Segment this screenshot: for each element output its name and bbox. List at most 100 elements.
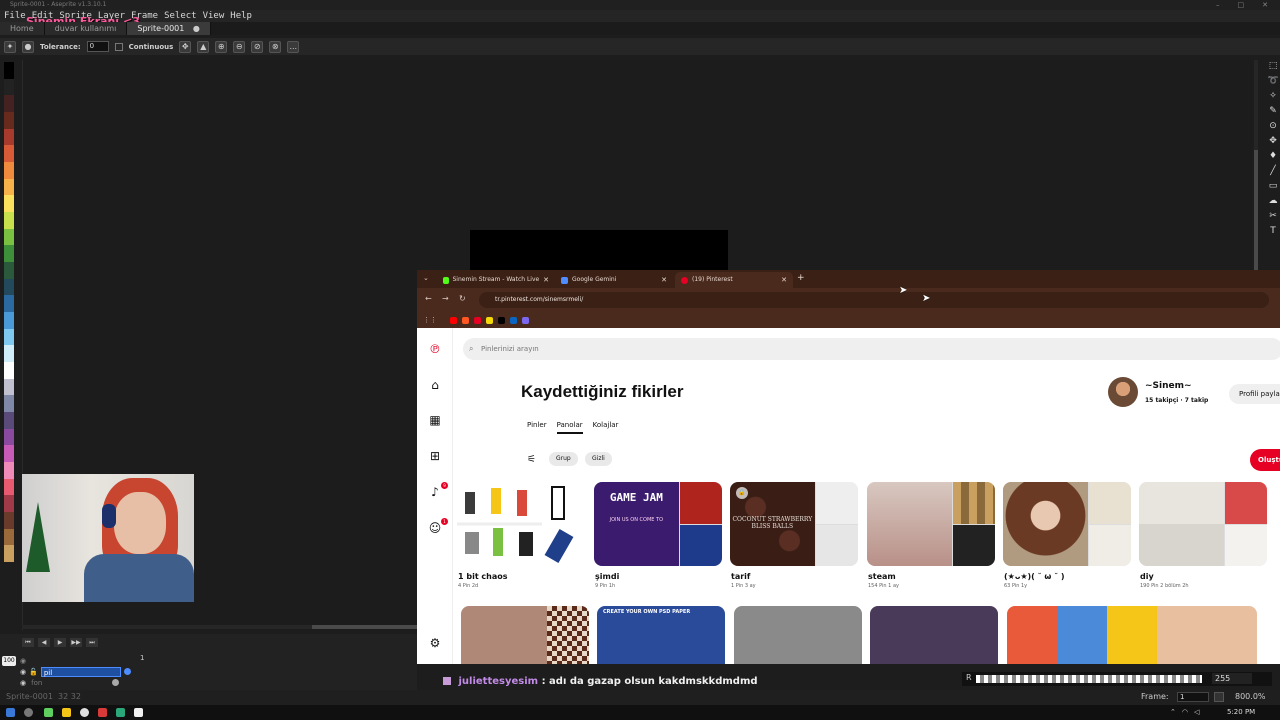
board-card[interactable] bbox=[1007, 606, 1257, 664]
close-button[interactable]: ✕ bbox=[1262, 0, 1268, 10]
app-icon[interactable] bbox=[116, 708, 125, 717]
tab-home[interactable]: Home bbox=[0, 22, 45, 35]
tolerance-input[interactable]: 0 bbox=[86, 41, 109, 52]
zoom-badge[interactable]: 100 bbox=[2, 656, 16, 666]
text-icon[interactable]: T bbox=[1268, 225, 1279, 237]
play-icon[interactable]: ▶ bbox=[54, 638, 66, 647]
share-profile-button[interactable]: Profili payla bbox=[1229, 384, 1280, 404]
bookmark-yellow-icon[interactable] bbox=[486, 316, 493, 324]
chip-gizli[interactable]: Gizli bbox=[585, 452, 612, 466]
search-icon[interactable] bbox=[24, 708, 33, 717]
notifications-icon[interactable]: ♪ bbox=[428, 485, 442, 499]
cel-icon[interactable] bbox=[123, 668, 131, 675]
prev-frame-icon[interactable]: ◀ bbox=[38, 638, 50, 647]
zoom-icon[interactable] bbox=[1214, 692, 1224, 702]
bookmark-extension-icon[interactable] bbox=[522, 316, 529, 324]
tab-sprite-0001[interactable]: Sprite-0001 ● bbox=[127, 22, 211, 35]
menu-file[interactable]: File bbox=[4, 10, 26, 22]
pivot-center-icon[interactable]: ⊖ bbox=[233, 40, 246, 53]
bookmark-tiktok-icon[interactable] bbox=[498, 316, 505, 324]
layer-row[interactable]: ◉ 🔓 pil bbox=[20, 666, 150, 677]
alpha-slider[interactable]: R 255 bbox=[962, 672, 1272, 686]
app-icon[interactable] bbox=[134, 708, 143, 717]
bookmark-youtube-icon[interactable] bbox=[450, 316, 457, 324]
tab-duvar[interactable]: duvar kullanımı bbox=[44, 22, 128, 35]
cel-icon[interactable] bbox=[112, 679, 120, 686]
board-card[interactable] bbox=[870, 606, 998, 664]
maximize-button[interactable]: □ bbox=[1238, 0, 1245, 10]
magic-wand-icon[interactable]: ✦ bbox=[4, 40, 16, 53]
layer-row[interactable]: ◉ bbox=[20, 655, 150, 666]
eye-icon[interactable]: ◉ bbox=[20, 657, 26, 665]
eye-icon[interactable]: ◉ bbox=[20, 668, 26, 676]
first-frame-icon[interactable]: ⏮ bbox=[22, 638, 34, 647]
board-card[interactable]: GAME JAM JOIN US ON COME TO şimdi 9 Pin … bbox=[594, 482, 722, 589]
bucket-icon[interactable]: ♦ bbox=[1268, 150, 1279, 162]
bookmark-linkedin-icon[interactable] bbox=[510, 316, 517, 324]
board-card[interactable] bbox=[734, 606, 862, 664]
board-card[interactable]: diy 190 Pin 2 bölüm 2h bbox=[1139, 482, 1267, 589]
sample-icon[interactable]: ✥ bbox=[179, 40, 192, 53]
flip-icon[interactable]: ⊗ bbox=[269, 40, 282, 53]
wifi-icon[interactable]: ◠ bbox=[1182, 708, 1188, 716]
last-frame-icon[interactable]: ⏭ bbox=[86, 638, 98, 647]
next-frame-icon[interactable]: ▶▶ bbox=[70, 638, 82, 647]
browser-tab-pinterest[interactable]: (19) Pinterest ✕ bbox=[675, 272, 793, 288]
more-options-button[interactable]: ... bbox=[287, 40, 300, 53]
continuous-checkbox[interactable] bbox=[114, 42, 123, 51]
close-icon[interactable]: ✕ bbox=[661, 272, 667, 288]
chrome-icon[interactable] bbox=[80, 708, 89, 717]
move-icon[interactable]: ✥ bbox=[1268, 135, 1279, 147]
tab-modified-icon[interactable]: ● bbox=[187, 24, 200, 33]
marquee-icon[interactable]: ⬚ bbox=[1268, 60, 1279, 72]
create-button[interactable]: Oluştu bbox=[1250, 449, 1280, 471]
menu-help[interactable]: Help bbox=[230, 10, 252, 22]
wand-icon[interactable]: ✧ bbox=[1268, 90, 1279, 102]
menu-view[interactable]: View bbox=[203, 10, 225, 22]
browser-tab-gemini[interactable]: Google Gemini ✕ bbox=[555, 272, 673, 288]
menu-select[interactable]: Select bbox=[164, 10, 197, 22]
line-icon[interactable]: ╱ bbox=[1268, 165, 1279, 177]
aseprite-icon[interactable] bbox=[98, 708, 107, 717]
frame-input[interactable]: 1 bbox=[1177, 692, 1209, 702]
back-icon[interactable]: ← bbox=[425, 294, 432, 303]
tab-pinler[interactable]: Pinler bbox=[527, 421, 547, 434]
reload-icon[interactable]: ↻ bbox=[459, 294, 466, 303]
minimize-button[interactable]: – bbox=[1216, 0, 1220, 10]
tab-kolajlar[interactable]: Kolajlar bbox=[593, 421, 619, 434]
eye-icon[interactable]: ◉ bbox=[20, 679, 26, 687]
blur-icon[interactable]: ☁ bbox=[1268, 195, 1279, 207]
volume-icon[interactable]: ◁ bbox=[1194, 708, 1199, 716]
avatar[interactable] bbox=[1108, 377, 1138, 407]
board-card[interactable]: (★ᴗ★)( ˘ ω ˘ ) 63 Pin 1y bbox=[1003, 482, 1131, 589]
home-icon[interactable]: ⌂ bbox=[428, 378, 442, 392]
new-tab-button[interactable]: + bbox=[797, 273, 805, 283]
profile-name[interactable]: ~Sinem~ bbox=[1145, 381, 1192, 391]
close-icon[interactable]: ✕ bbox=[543, 272, 549, 288]
layer-row[interactable]: ◉ fon bbox=[20, 677, 150, 688]
pivot-icon[interactable]: ⊕ bbox=[215, 40, 228, 53]
mode-icon[interactable]: ● bbox=[22, 40, 34, 53]
lasso-icon[interactable]: ➰ bbox=[1268, 75, 1279, 87]
apps-icon[interactable]: ⋮⋮ bbox=[423, 316, 437, 324]
close-icon[interactable]: ✕ bbox=[781, 272, 787, 288]
bookmark-reddit-icon[interactable] bbox=[462, 316, 469, 324]
start-icon[interactable] bbox=[6, 708, 15, 717]
filter-icon[interactable]: ⚟ bbox=[527, 454, 536, 465]
pinterest-search-input[interactable]: ⌕ Pinlerinizi arayın bbox=[463, 338, 1280, 360]
alpha-value[interactable]: 255 bbox=[1212, 673, 1252, 684]
board-card[interactable]: 1 bit chaos 4 Pin 2d bbox=[457, 482, 585, 589]
address-bar[interactable]: tr.pinterest.com/sinemsrmeli/ bbox=[479, 292, 1269, 308]
board-card[interactable]: COCONUT STRAWBERRY BLISS BALLS 🔒 tarif 1… bbox=[730, 482, 858, 589]
bookmark-pinterest-icon[interactable] bbox=[474, 316, 481, 324]
rotate-icon[interactable]: ⊘ bbox=[251, 40, 264, 53]
chip-grup[interactable]: Grup bbox=[549, 452, 578, 466]
tray-arrow-icon[interactable]: ⌃ bbox=[1170, 708, 1176, 716]
forward-icon[interactable]: → bbox=[442, 294, 449, 303]
browser-tab-kick[interactable]: Sinemin Stream - Watch Live on Kick ✕ bbox=[437, 272, 555, 288]
horizontal-scrollbar[interactable] bbox=[22, 625, 417, 629]
board-card[interactable]: CREATE YOUR OWN PSD PAPER bbox=[597, 606, 725, 664]
stamp-icon[interactable]: ▲ bbox=[197, 40, 210, 53]
lock-icon[interactable]: 🔓 bbox=[29, 668, 38, 676]
pencil-icon[interactable]: ✎ bbox=[1268, 105, 1279, 117]
